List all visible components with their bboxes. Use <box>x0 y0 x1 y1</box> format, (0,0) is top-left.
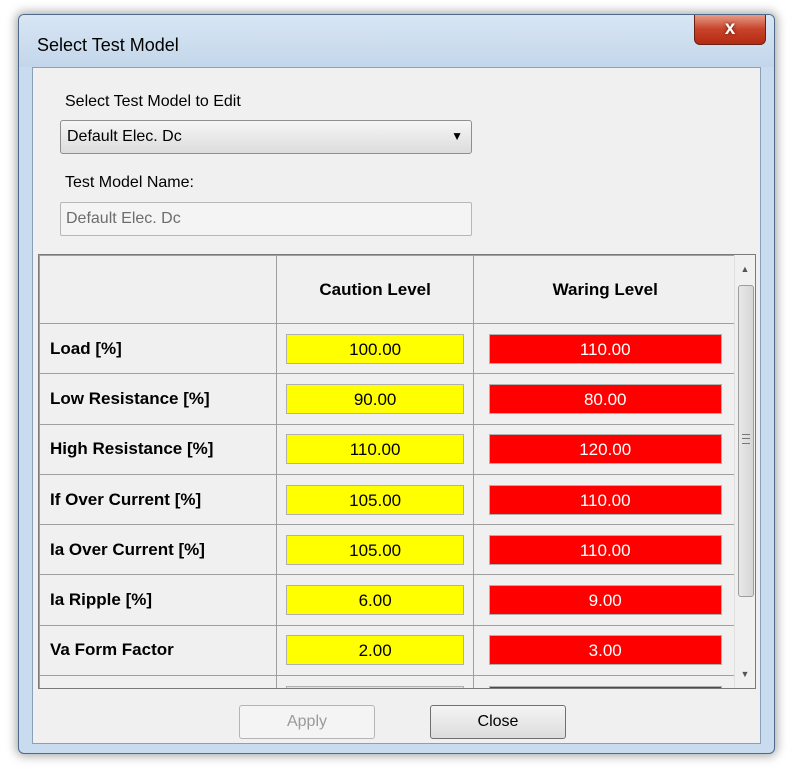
column-header-caution: Caution Level <box>275 255 475 324</box>
column-header-warning: Waring Level <box>473 255 737 324</box>
vertical-scrollbar[interactable]: ▲ ▼ <box>734 255 755 688</box>
row-label: Ia Ripple [%] <box>39 574 277 626</box>
dialog-client-area: Select Test Model to Edit Default Elec. … <box>32 67 761 744</box>
row-label: Low Resistance [%] <box>39 373 277 425</box>
close-button[interactable]: Close <box>430 705 566 739</box>
warning-level-cell[interactable]: 120.00 <box>488 434 722 465</box>
test-model-dropdown[interactable]: Default Elec. Dc ▼ <box>60 120 472 154</box>
warning-level-cell[interactable] <box>488 685 722 688</box>
warning-level-cell[interactable]: 110.00 <box>488 333 722 364</box>
levels-grid-viewport: Caution Level Waring Level Load [%] 100.… <box>39 255 737 688</box>
row-label: Va Form Factor <box>39 624 277 677</box>
scrollbar-thumb[interactable] <box>738 285 754 597</box>
model-name-label: Test Model Name: <box>65 174 194 191</box>
warning-level-cell[interactable]: 80.00 <box>488 383 722 414</box>
table-row: Ia Ripple [%] 6.00 9.00 <box>39 574 737 626</box>
table-row: Load [%] 100.00 110.00 <box>39 322 737 375</box>
scroll-down-arrow-icon[interactable]: ▼ <box>735 664 755 684</box>
caution-level-cell[interactable]: 100.00 <box>286 333 465 364</box>
scroll-up-arrow-icon[interactable]: ▲ <box>735 259 755 279</box>
column-header-row-label <box>39 255 277 324</box>
table-row: Low Resistance [%] 90.00 80.00 <box>39 373 737 425</box>
table-row: Va Form Factor 2.00 3.00 <box>39 624 737 677</box>
grip-icon <box>742 434 750 444</box>
table-row: Ia Over Current [%] 105.00 110.00 <box>39 524 737 576</box>
table-row: High Resistance [%] 110.00 120.00 <box>39 423 737 475</box>
model-name-value: Default Elec. Dc <box>66 210 181 227</box>
window-title: Select Test Model <box>37 35 179 55</box>
caution-level-cell[interactable]: 105.00 <box>286 534 465 565</box>
warning-level-cell[interactable]: 3.00 <box>488 635 722 666</box>
chevron-down-icon[interactable]: ▼ <box>451 129 463 143</box>
row-label: Load [%] <box>39 322 277 375</box>
caution-level-cell[interactable] <box>286 685 465 688</box>
warning-level-cell[interactable]: 9.00 <box>488 585 722 616</box>
caution-level-cell[interactable]: 90.00 <box>286 383 465 414</box>
table-header-row: Caution Level Waring Level <box>39 255 737 324</box>
levels-grid: Caution Level Waring Level Load [%] 100.… <box>38 254 756 689</box>
apply-button[interactable]: Apply <box>239 705 375 739</box>
warning-level-cell[interactable]: 110.00 <box>488 534 722 565</box>
select-model-label: Select Test Model to Edit <box>65 93 241 110</box>
window-close-button[interactable]: x <box>694 15 766 45</box>
levels-table: Caution Level Waring Level Load [%] 100.… <box>39 255 737 688</box>
close-icon: x <box>724 18 736 39</box>
table-row <box>39 675 737 688</box>
caution-level-cell[interactable]: 110.00 <box>286 434 465 465</box>
caution-level-cell[interactable]: 105.00 <box>286 484 465 515</box>
select-test-model-dialog: Select Test Model x Select Test Model to… <box>18 14 775 754</box>
row-label: If Over Current [%] <box>39 473 277 526</box>
row-label <box>39 675 277 688</box>
table-row: If Over Current [%] 105.00 110.00 <box>39 473 737 526</box>
test-model-dropdown-value: Default Elec. Dc <box>67 128 182 145</box>
title-bar[interactable]: Select Test Model x <box>19 15 774 67</box>
row-label: Ia Over Current [%] <box>39 524 277 576</box>
model-name-field[interactable]: Default Elec. Dc <box>60 202 472 236</box>
warning-level-cell[interactable]: 110.00 <box>488 484 722 515</box>
caution-level-cell[interactable]: 6.00 <box>286 585 465 616</box>
row-label: High Resistance [%] <box>39 423 277 475</box>
caution-level-cell[interactable]: 2.00 <box>286 635 465 666</box>
